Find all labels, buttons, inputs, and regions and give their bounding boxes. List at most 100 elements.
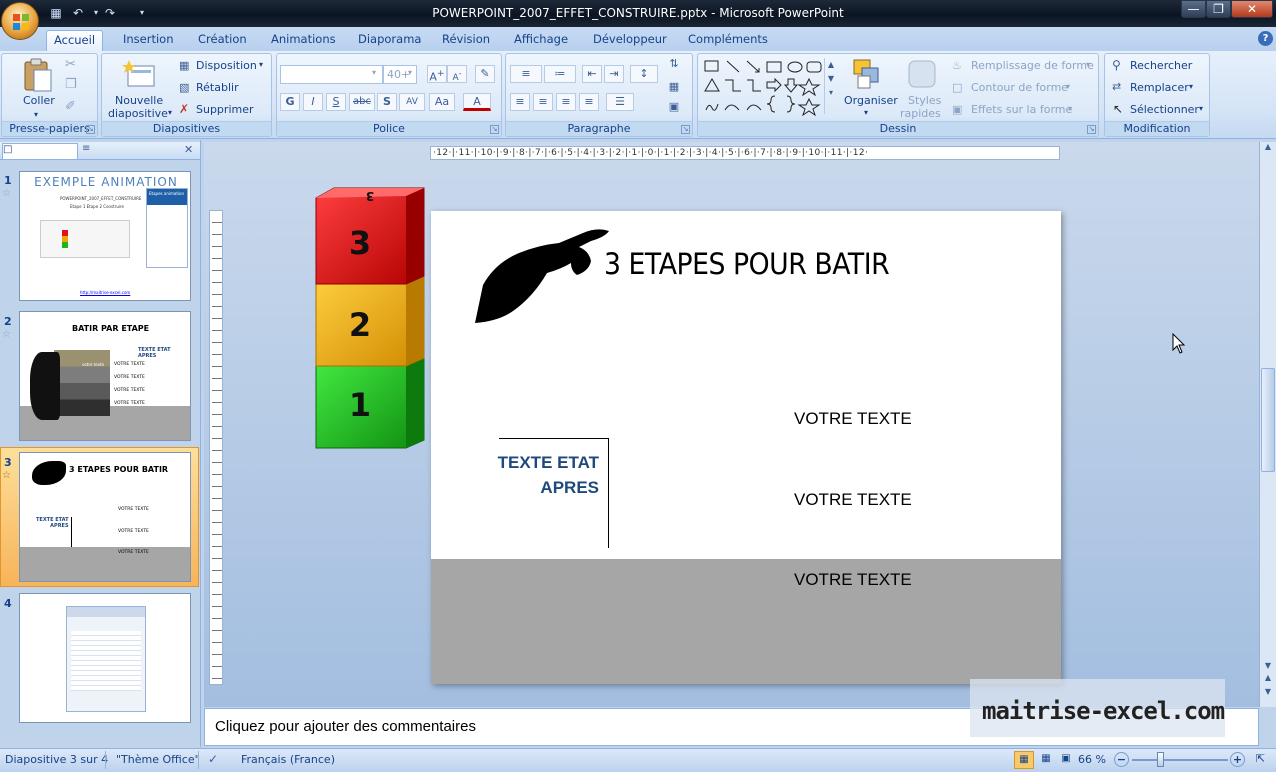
scroll-down-icon[interactable]: ▼ xyxy=(1261,661,1275,671)
shape-effects-button[interactable]: Effets sur la forme xyxy=(971,103,1072,116)
grow-font-icon[interactable]: A+ xyxy=(427,65,447,84)
office-button[interactable] xyxy=(1,2,39,40)
bold-icon[interactable]: G xyxy=(280,93,300,111)
outline-dropdown-icon[interactable]: ▾ xyxy=(1066,82,1070,91)
replace-dropdown-icon[interactable]: ▾ xyxy=(1189,82,1193,91)
fit-to-window-icon[interactable]: ⇱ xyxy=(1252,752,1269,768)
font-size-dropdown-icon[interactable]: ▾ xyxy=(408,68,412,77)
new-slide-button-line2[interactable]: diapositive xyxy=(108,107,168,120)
quick-styles-button[interactable]: Styles xyxy=(908,94,941,107)
minimize-button[interactable]: — xyxy=(1181,0,1206,18)
new-slide-dropdown-icon[interactable]: ▾ xyxy=(168,108,172,117)
replace-button[interactable]: Remplacer xyxy=(1130,81,1189,94)
zoom-slider-track[interactable] xyxy=(1132,759,1228,761)
paste-button[interactable]: Coller xyxy=(23,94,55,107)
shape-outline-button[interactable]: Contour de forme xyxy=(971,81,1068,94)
line-spacing-icon[interactable]: ↕ xyxy=(630,65,658,83)
scroll-up-icon[interactable]: ▲ xyxy=(1261,142,1275,156)
smartart-icon[interactable]: ▣ xyxy=(664,99,684,117)
text-box-2[interactable]: VOTRE TEXTE xyxy=(794,490,912,510)
tab-slides[interactable]: □ xyxy=(2,143,78,159)
quick-styles-icon[interactable] xyxy=(907,59,939,91)
decrease-indent-icon[interactable]: ⇤ xyxy=(582,65,602,83)
layout-button[interactable]: Disposition xyxy=(196,59,257,72)
shrink-font-icon[interactable]: A- xyxy=(447,65,467,83)
slide-thumbnail-3[interactable]: 3 ETAPES POUR BATIR TEXTE ETAT APRES VOT… xyxy=(19,452,191,582)
arrange-button[interactable]: Organiser xyxy=(844,94,898,107)
align-left-icon[interactable]: ≡ xyxy=(510,93,530,111)
tab-complements[interactable]: Compléments xyxy=(686,30,770,51)
clear-format-icon[interactable]: ✎ xyxy=(475,65,495,83)
copy-icon[interactable]: ❐ xyxy=(65,77,77,92)
close-pane-icon[interactable]: ✕ xyxy=(184,143,193,156)
dialog-launcher-icon[interactable]: ↘ xyxy=(490,125,499,134)
zoom-in-icon[interactable]: + xyxy=(1230,752,1245,767)
zoom-out-icon[interactable]: − xyxy=(1114,752,1129,767)
font-name-combo[interactable] xyxy=(280,65,383,84)
tab-affichage[interactable]: Affichage xyxy=(512,30,570,51)
font-color-icon[interactable]: A xyxy=(463,93,491,111)
char-spacing-icon[interactable]: AV xyxy=(399,93,425,111)
layout-dropdown-icon[interactable]: ▾ xyxy=(259,60,263,69)
undo-icon[interactable]: ↶ xyxy=(70,5,86,21)
spelling-icon[interactable]: ✓ xyxy=(208,752,218,766)
align-center-icon[interactable]: ≡ xyxy=(533,93,553,111)
underline-icon[interactable]: S xyxy=(326,93,346,111)
paste-dropdown-icon[interactable]: ▾ xyxy=(34,110,38,119)
tab-animations[interactable]: Animations xyxy=(269,30,338,51)
hand-image[interactable] xyxy=(473,225,613,325)
status-language[interactable]: Français (France) xyxy=(241,753,335,766)
arrange-dropdown-icon[interactable]: ▾ xyxy=(864,108,868,117)
slide-thumbnail-4[interactable] xyxy=(19,593,191,723)
numbering-icon[interactable]: ≔ xyxy=(544,65,576,83)
shadow-icon[interactable]: S xyxy=(377,93,397,111)
strikethrough-icon[interactable]: abc xyxy=(349,93,375,111)
arrange-icon[interactable] xyxy=(852,58,884,92)
slide-title[interactable]: 3 ETAPES POUR BATIR xyxy=(604,247,890,281)
find-button[interactable]: Rechercher xyxy=(1130,59,1192,72)
zoom-slider-thumb[interactable] xyxy=(1157,752,1164,767)
reset-button[interactable]: Rétablir xyxy=(196,81,239,94)
select-button[interactable]: Sélectionner xyxy=(1130,103,1199,116)
slide-thumbnail-1[interactable]: EXEMPLE ANIMATION POWERPOINT_2007_EFFET_… xyxy=(19,171,191,301)
dialog-launcher-icon[interactable]: ↘ xyxy=(1087,125,1096,134)
text-box-1[interactable]: VOTRE TEXTE xyxy=(794,409,912,429)
italic-icon[interactable]: I xyxy=(303,93,323,111)
text-direction-icon[interactable]: ⇅ xyxy=(664,56,684,74)
effects-dropdown-icon[interactable]: ▾ xyxy=(1068,104,1072,113)
zoom-level[interactable]: 66 % xyxy=(1078,753,1106,766)
tab-diaporama[interactable]: Diaporama xyxy=(356,30,423,51)
new-slide-button[interactable]: Nouvelle xyxy=(115,94,163,107)
dialog-launcher-icon[interactable]: ↘ xyxy=(681,125,690,134)
redo-icon[interactable]: ↷ xyxy=(102,5,118,21)
slide-sorter-icon[interactable]: ▦ xyxy=(1036,751,1056,769)
quick-styles-button-line2[interactable]: rapides xyxy=(900,107,941,120)
new-slide-icon[interactable] xyxy=(122,58,156,88)
font-name-dropdown-icon[interactable]: ▾ xyxy=(372,68,376,77)
restore-button[interactable]: ❐ xyxy=(1206,0,1231,18)
tab-creation[interactable]: Création xyxy=(196,30,249,51)
previous-slide-icon[interactable]: ▲ xyxy=(1261,673,1275,685)
normal-view-icon[interactable]: ▦ xyxy=(1014,751,1034,769)
status-theme[interactable]: "Thème Office" xyxy=(116,753,200,766)
select-dropdown-icon[interactable]: ▾ xyxy=(1199,104,1203,113)
dialog-launcher-icon[interactable]: ↘ xyxy=(86,125,95,134)
save-icon[interactable]: ▦ xyxy=(48,5,64,21)
columns-icon[interactable]: ☰ xyxy=(606,93,634,111)
close-button[interactable]: ✕ xyxy=(1231,0,1273,18)
increase-indent-icon[interactable]: ⇥ xyxy=(604,65,624,83)
left-text-box[interactable]: TEXTE ETAT APRES xyxy=(491,450,599,500)
next-slide-icon[interactable]: ▼ xyxy=(1261,687,1275,699)
change-case-icon[interactable]: Aa xyxy=(429,93,455,111)
tab-developpeur[interactable]: Développeur xyxy=(591,30,669,51)
bullets-icon[interactable]: ≡ xyxy=(510,65,542,83)
tab-insertion[interactable]: Insertion xyxy=(121,30,176,51)
delete-button[interactable]: Supprimer xyxy=(196,103,254,116)
help-icon[interactable]: ? xyxy=(1258,31,1273,46)
shapes-gallery[interactable] xyxy=(703,58,833,116)
vertical-scrollbar[interactable]: ▲ ▼ ▲ ▼ xyxy=(1259,142,1276,707)
customize-qat-icon[interactable]: ▾ xyxy=(134,5,150,21)
slide-thumbnail-2[interactable]: BATIR PAR ETAPE TEXTE ETAT APRES votre t… xyxy=(19,311,191,441)
paste-icon[interactable] xyxy=(22,58,54,94)
tab-outline[interactable]: ≡ xyxy=(82,143,168,159)
